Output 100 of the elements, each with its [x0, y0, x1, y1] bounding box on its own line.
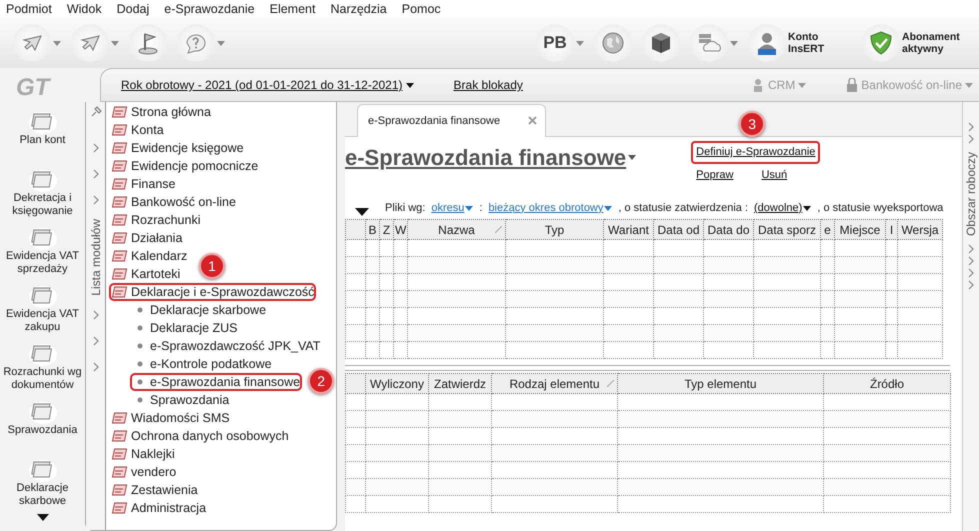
menu-item[interactable]: Pomoc [402, 0, 441, 18]
module-shortcut[interactable]: Ewidencja VAT zakupu [2, 282, 84, 340]
chevron-icon [92, 169, 98, 180]
document-icon [111, 195, 127, 209]
module-item[interactable]: Ewidencje pomocnicze [109, 157, 260, 175]
column-header[interactable]: e [820, 220, 834, 240]
document-tab[interactable]: e-Sprawozdania finansowe [357, 104, 546, 137]
caret-icon [465, 206, 474, 210]
menu-item[interactable]: Dodaj [116, 0, 150, 18]
lock-status-link[interactable]: Brak blokady [454, 76, 523, 94]
action-link[interactable]: Usuń [756, 164, 792, 186]
pin-icon [90, 106, 102, 118]
document-icon [111, 141, 127, 155]
column-header[interactable]: Wyliczony [366, 374, 428, 394]
caret-icon [576, 40, 584, 46]
column-header[interactable]: Miejsce [834, 220, 886, 240]
module-item[interactable]: e-Sprawozdania finansowe [130, 373, 302, 391]
column-header[interactable]: Typ elementu [618, 374, 824, 394]
menu-item[interactable]: Podmiot [6, 0, 52, 18]
action-link[interactable]: Popraw [691, 164, 738, 186]
module-shortcut[interactable]: Rozrachunki wg dokumentów [2, 340, 84, 398]
fiscal-year-link[interactable]: Rok obrotowy - 2021 (od 01-01-2021 do 31-12-2021) [121, 76, 414, 94]
column-header[interactable]: Wersja [898, 220, 942, 240]
module-shortcut[interactable]: Deklaracje skarbowe [2, 456, 84, 514]
document-icon [111, 123, 127, 137]
sort-icon [495, 226, 502, 233]
sort-icon [607, 380, 614, 387]
module-item[interactable]: Ochrona danych osobowych [109, 427, 291, 445]
expand-arrow-icon [355, 208, 369, 216]
module-shortcut[interactable]: Sprawozdania [2, 398, 84, 456]
module-shortcut[interactable]: Plan kont [2, 108, 84, 166]
filter-link[interactable]: okresu [431, 200, 474, 216]
module-item[interactable]: e-Kontrole podatkowe [130, 355, 274, 373]
menu-item[interactable]: Element [270, 0, 316, 18]
toolbar-button[interactable]: Konto InsERT [743, 24, 857, 62]
chevron-icon [92, 143, 98, 154]
column-header[interactable]: Rodzaj elementu [492, 374, 618, 394]
column-header[interactable]: Data sporz [754, 220, 820, 240]
column-header[interactable]: Typ [506, 220, 604, 240]
column-header[interactable]: Wariant [604, 220, 654, 240]
menu-item[interactable]: Widok [66, 0, 102, 18]
module-shortcut[interactable]: Dekretacja i księgowanie [2, 166, 84, 224]
column-header[interactable]: Nazwa [408, 220, 506, 240]
menu-item[interactable]: Narzędzia [330, 0, 387, 18]
document-icon [111, 501, 127, 515]
module-shortcut[interactable]: Ewidencja VAT sprzedaży [2, 224, 84, 282]
document-icon [111, 267, 127, 281]
filter-label: Pliki wg: [385, 200, 426, 216]
document-icon [111, 285, 127, 299]
column-header[interactable]: Data do [704, 220, 754, 240]
module-item[interactable]: Kalendarz [109, 247, 190, 265]
document-icon [111, 249, 127, 263]
module-item[interactable]: Rozrachunki [109, 211, 202, 229]
module-item[interactable]: Naklejki [109, 445, 177, 463]
globe-icon [600, 30, 626, 56]
document-icon [111, 177, 127, 191]
caret-icon [604, 206, 612, 210]
module-item[interactable]: Deklaracje ZUS [130, 319, 240, 337]
module-item[interactable]: Finanse [109, 175, 178, 193]
document-icon [111, 483, 127, 497]
chevron-icon [92, 310, 98, 320]
column-header[interactable]: W [394, 220, 408, 240]
module-item[interactable]: Bankowość on-line [109, 193, 238, 211]
filter-label: , o statusie zatwierdzenia : [618, 200, 748, 216]
menu-item[interactable]: e-Sprawozdanie [164, 0, 255, 18]
lock-icon [846, 78, 858, 92]
panel-label: Obszar roboczy [963, 152, 979, 236]
toolbar-button[interactable]: Abonament aktywny [857, 24, 971, 62]
page-title[interactable]: e-Sprawozdania finansowe [345, 141, 636, 174]
caret-icon [217, 40, 225, 46]
module-item[interactable]: Ewidencje księgowe [109, 139, 246, 157]
module-item[interactable]: Deklaracje skarbowe [130, 301, 268, 319]
logo: GT [15, 73, 50, 103]
chevron-icon [92, 336, 98, 346]
module-item[interactable]: Działania [109, 229, 184, 247]
filter-label: , o statusie wyeksportowa [817, 200, 944, 216]
column-header[interactable]: I [886, 220, 898, 240]
filter-link[interactable]: bieżący okres obrotowy [488, 200, 612, 216]
module-item[interactable]: Wiadomości SMS [109, 409, 232, 427]
module-item[interactable]: Konta [109, 121, 166, 139]
filter-link[interactable]: (dowolne) [754, 200, 812, 216]
caret-icon [730, 40, 738, 46]
action-link[interactable]: Definiuj e-Sprawozdanie [691, 141, 820, 164]
module-item[interactable]: Strona główna [109, 103, 213, 121]
module-item[interactable]: e-Sprawozdawczość JPK_VAT [130, 337, 322, 355]
column-header[interactable]: B [366, 220, 380, 240]
module-item[interactable]: Sprawozdania [130, 391, 232, 409]
module-item[interactable]: vendero [109, 463, 178, 481]
chevron-icon [968, 280, 974, 290]
chevron-icon [968, 244, 974, 254]
module-item[interactable]: Deklaracje i e-Sprawozdawczość [109, 283, 316, 301]
module-item[interactable]: Kartoteki [109, 265, 182, 283]
module-item[interactable]: Zestawienia [109, 481, 200, 499]
column-header[interactable]: Zatwierdz [428, 374, 492, 394]
caret-icon [406, 82, 414, 88]
module-item[interactable]: Administracja [109, 499, 208, 517]
column-header[interactable]: Z [380, 220, 394, 240]
callout-badge: 3 [739, 111, 766, 137]
column-header[interactable]: Data od [654, 220, 704, 240]
column-header[interactable]: Źródło [824, 374, 950, 394]
